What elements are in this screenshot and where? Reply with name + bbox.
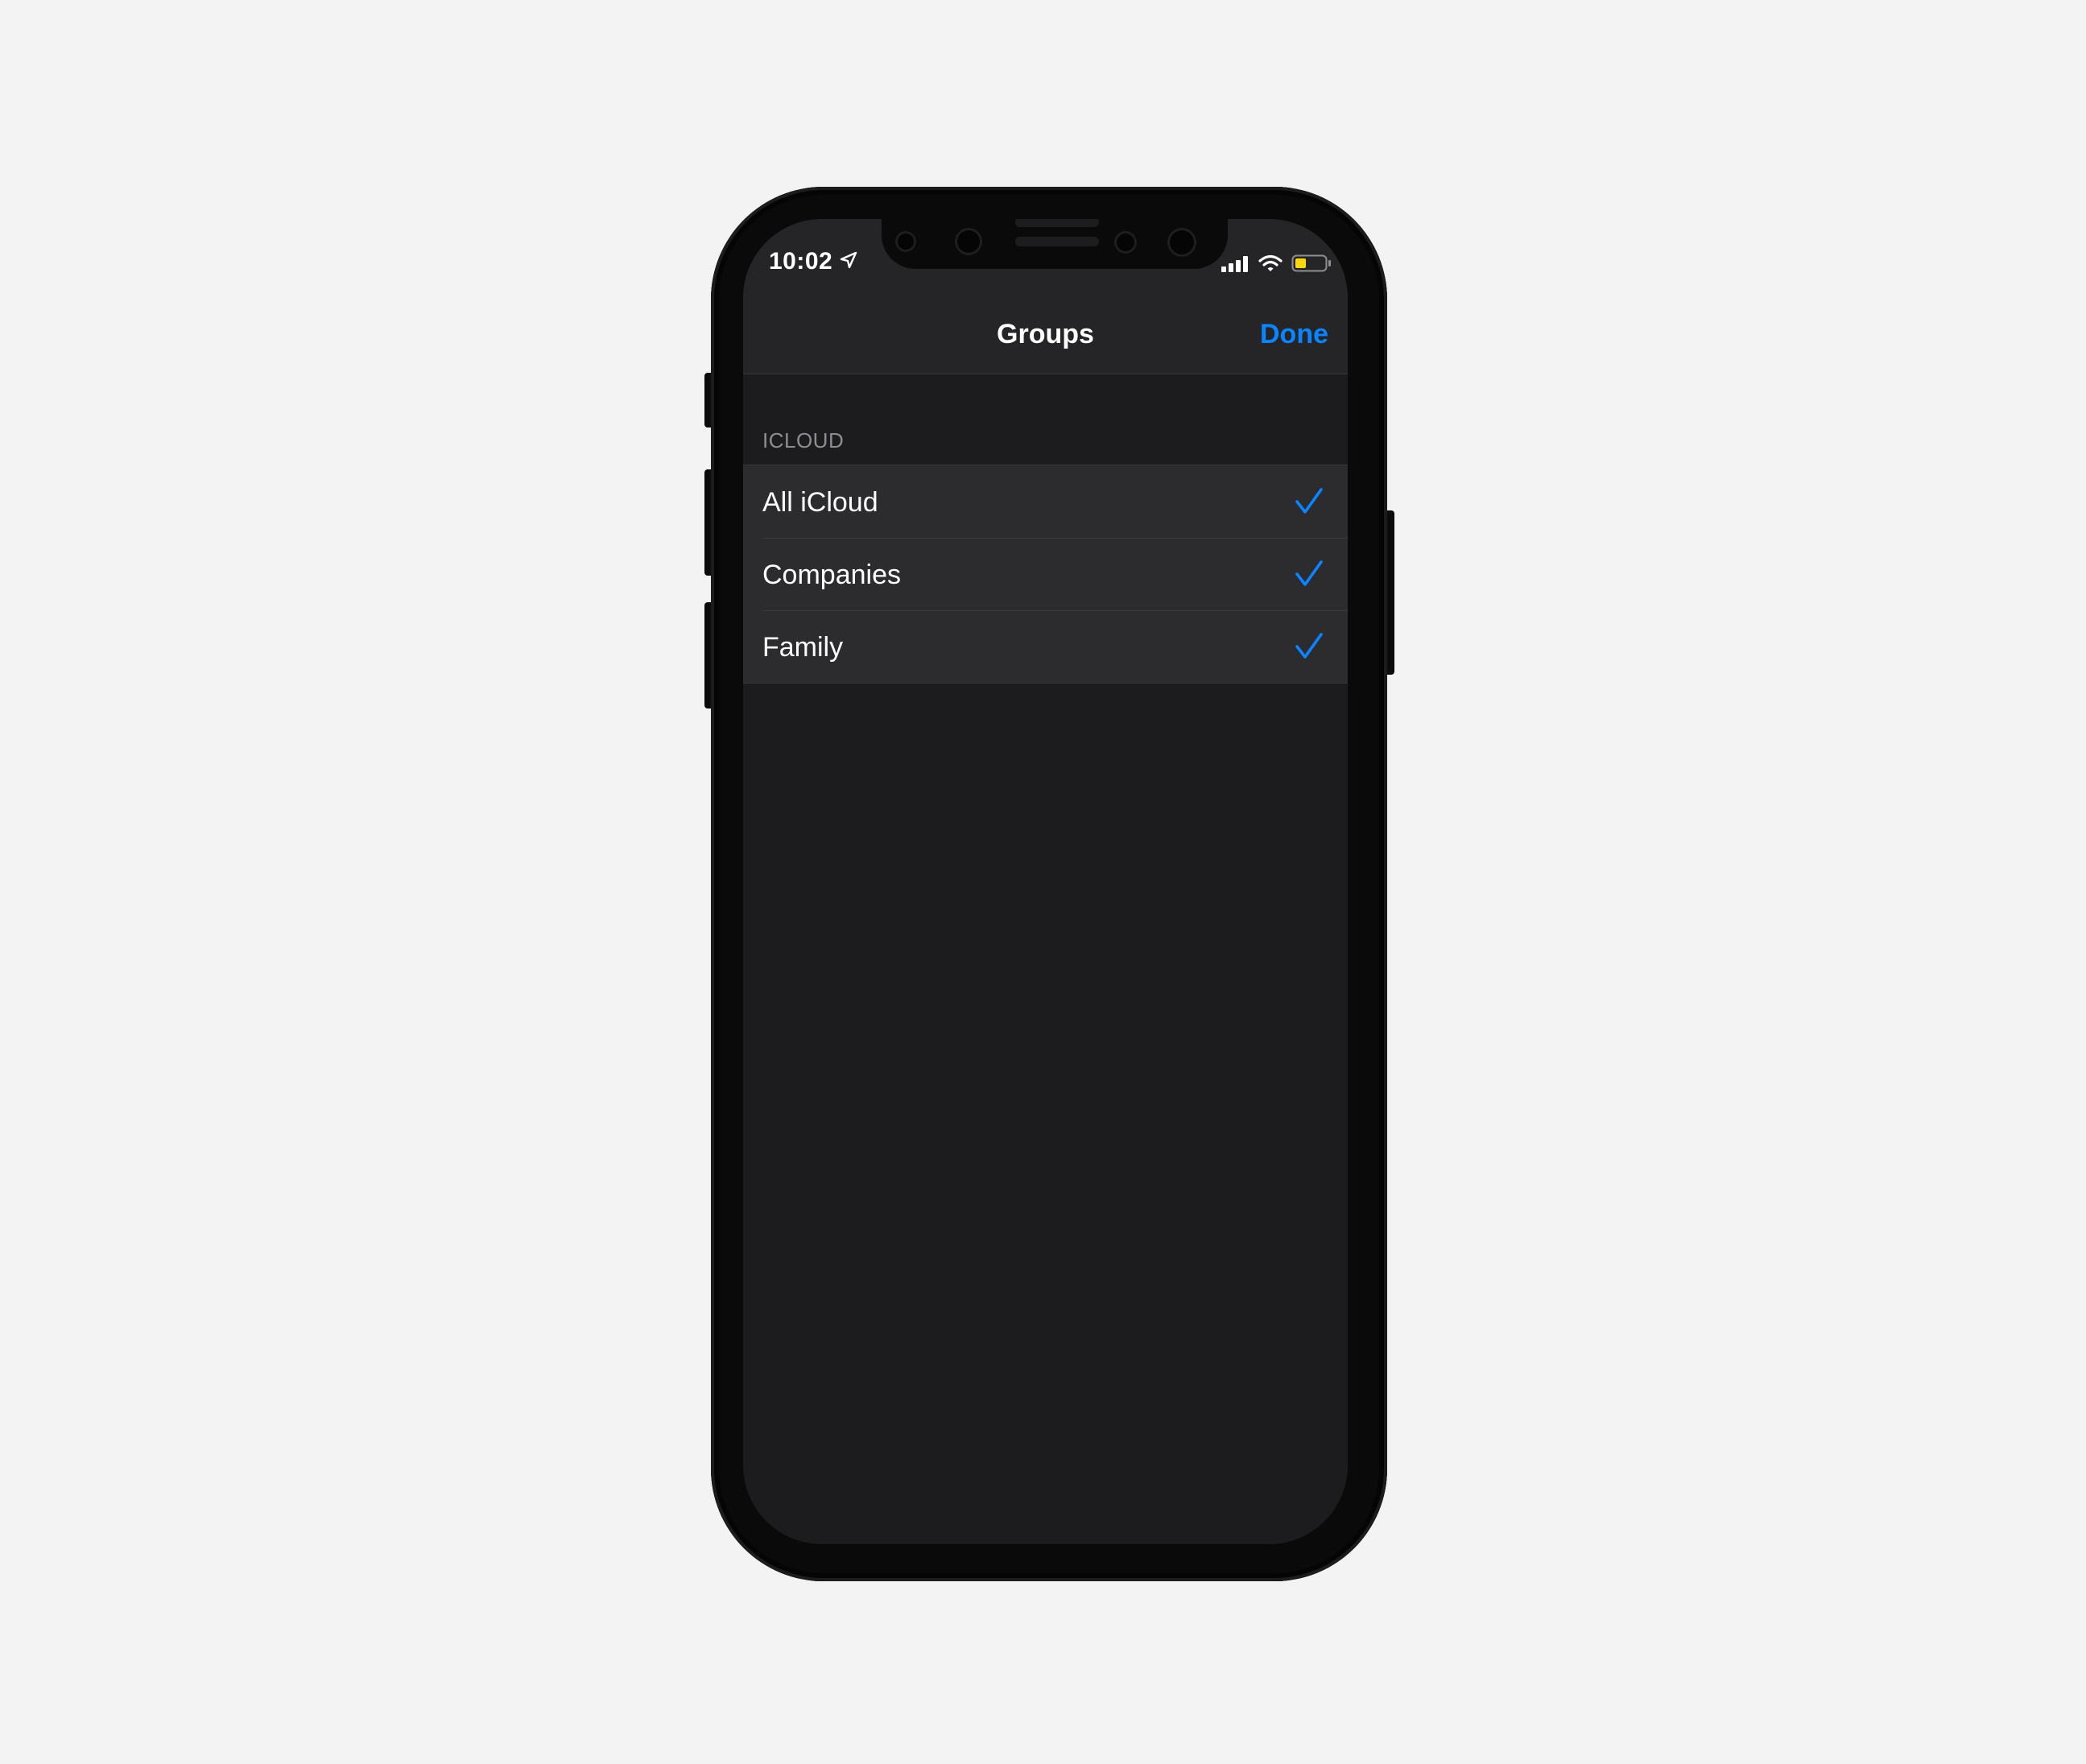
list-item-label: Companies	[762, 560, 901, 590]
speaker-grille	[1015, 237, 1099, 246]
camera-lens	[1170, 230, 1194, 254]
wifi-icon	[1258, 254, 1283, 271]
checkmark-icon	[1295, 488, 1323, 514]
speaker-grille	[1015, 219, 1099, 227]
done-button[interactable]: Done	[1260, 319, 1328, 350]
list-item-label: Family	[762, 632, 844, 663]
list-item-label: All iCloud	[762, 487, 878, 518]
checkmark-icon	[1295, 633, 1323, 659]
navigation-header: 10:02 Groups Done	[743, 219, 1348, 374]
checkmark-icon	[1295, 560, 1323, 586]
section-header: ICLOUD	[762, 428, 845, 452]
phone-screen: 10:02 Groups Done ICLOUD All iCloud Comp…	[743, 219, 1348, 1544]
camera-lens	[957, 230, 980, 253]
battery-icon	[1291, 254, 1331, 272]
list-item-companies[interactable]: Companies	[743, 538, 1348, 610]
sensor-dot	[1117, 233, 1134, 251]
status-time: 10:02	[769, 248, 833, 275]
notch	[882, 219, 1228, 269]
sensor-dot	[898, 233, 914, 250]
cellular-signal-icon	[1221, 256, 1248, 272]
group-list: All iCloud Companies Family	[743, 465, 1348, 684]
location-arrow-icon	[840, 251, 857, 269]
page-title: Groups	[997, 319, 1094, 349]
list-item-all-icloud[interactable]: All iCloud	[743, 465, 1348, 538]
list-item-family[interactable]: Family	[743, 610, 1348, 683]
